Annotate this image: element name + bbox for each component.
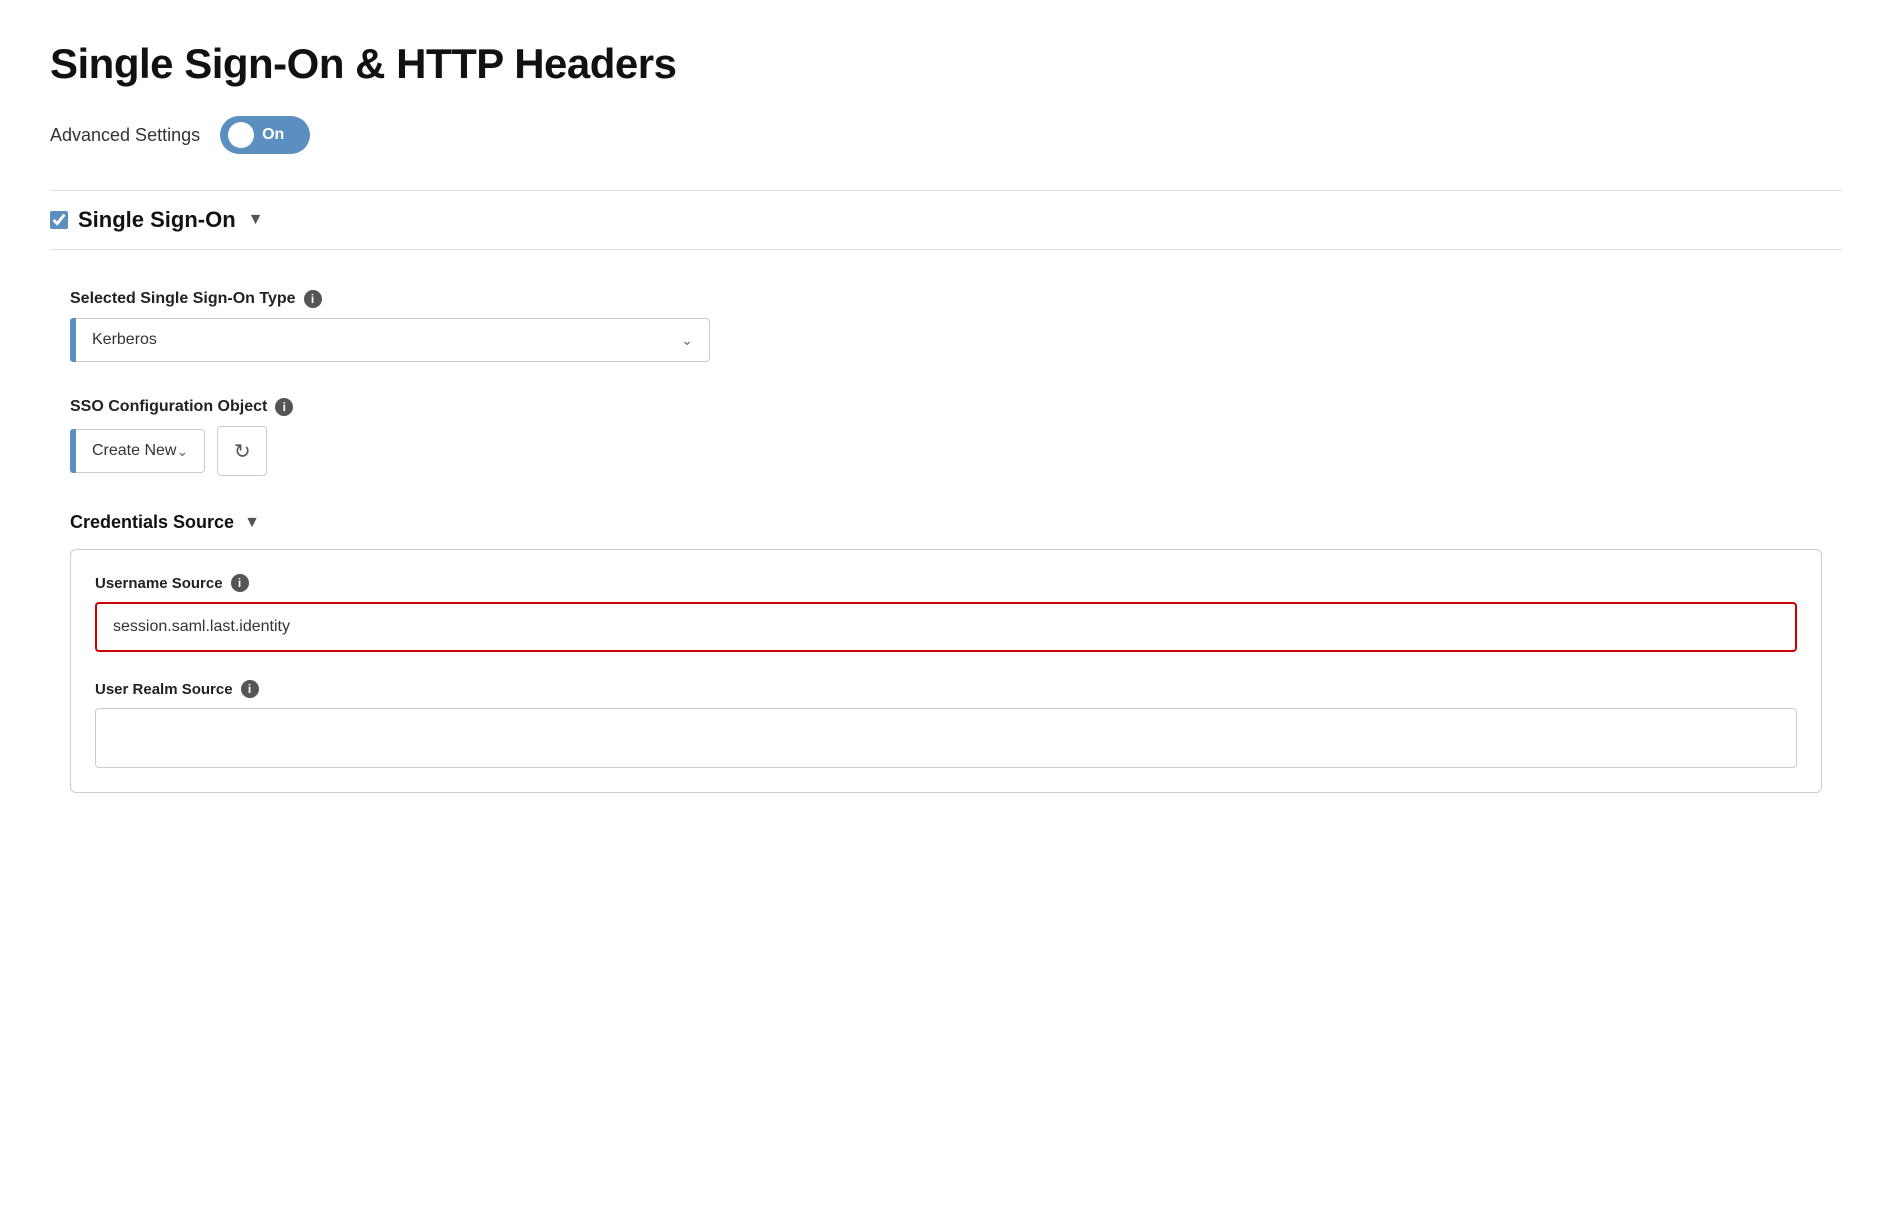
username-source-info-icon[interactable]: i xyxy=(231,574,249,592)
username-source-label-text: Username Source xyxy=(95,575,223,592)
user-realm-source-info-icon[interactable]: i xyxy=(241,680,259,698)
sso-config-chevron-icon: ⌄ xyxy=(176,443,188,460)
sso-config-select[interactable]: Create New ⌄ xyxy=(76,429,205,473)
username-source-group: Username Source i xyxy=(95,574,1797,652)
sso-section-checkbox[interactable] xyxy=(50,211,68,229)
username-source-input[interactable] xyxy=(95,602,1797,652)
sso-config-row: Create New ⌄ ↻ xyxy=(70,426,1822,476)
sso-type-select-wrapper: Kerberos ⌄ xyxy=(70,318,710,362)
sso-config-label-text: SSO Configuration Object xyxy=(70,398,267,416)
credentials-source-header: Credentials Source ▼ xyxy=(70,512,1822,533)
sso-type-field-group: Selected Single Sign-On Type i Kerberos … xyxy=(70,290,1822,362)
sso-config-label: SSO Configuration Object i xyxy=(70,398,1822,416)
advanced-settings-toggle[interactable]: On xyxy=(220,116,310,154)
credentials-source-chevron[interactable]: ▼ xyxy=(244,514,260,532)
username-source-label: Username Source i xyxy=(95,574,1797,592)
sso-config-refresh-button[interactable]: ↻ xyxy=(217,426,267,476)
advanced-settings-label: Advanced Settings xyxy=(50,125,200,146)
user-realm-source-group: User Realm Source i xyxy=(95,680,1797,768)
page-title: Single Sign-On & HTTP Headers xyxy=(50,40,1842,88)
refresh-icon: ↻ xyxy=(234,439,251,464)
toggle-label: On xyxy=(262,126,284,144)
sso-type-label-text: Selected Single Sign-On Type xyxy=(70,290,296,308)
credentials-source-title: Credentials Source xyxy=(70,512,234,533)
sso-section-header: Single Sign-On ▼ xyxy=(50,190,1842,250)
sso-config-field-group: SSO Configuration Object i Create New ⌄ … xyxy=(70,398,1822,476)
user-realm-source-label: User Realm Source i xyxy=(95,680,1797,698)
user-realm-source-label-text: User Realm Source xyxy=(95,681,233,698)
sso-section-chevron[interactable]: ▼ xyxy=(248,211,264,229)
toggle-knob xyxy=(228,122,254,148)
sso-config-info-icon[interactable]: i xyxy=(275,398,293,416)
credentials-box: Username Source i User Realm Source i xyxy=(70,549,1822,793)
sso-type-chevron-icon: ⌄ xyxy=(681,332,693,349)
sso-config-selected-value: Create New xyxy=(92,442,176,460)
sso-config-select-wrapper: Create New ⌄ xyxy=(70,429,205,473)
sso-type-selected-value: Kerberos xyxy=(92,331,157,349)
sso-type-info-icon[interactable]: i xyxy=(304,290,322,308)
advanced-settings-row: Advanced Settings On xyxy=(50,116,1842,154)
sso-section-title: Single Sign-On xyxy=(78,207,236,233)
sso-type-label: Selected Single Sign-On Type i xyxy=(70,290,1822,308)
sso-type-select[interactable]: Kerberos ⌄ xyxy=(76,318,710,362)
user-realm-source-input[interactable] xyxy=(95,708,1797,768)
sso-section-content: Selected Single Sign-On Type i Kerberos … xyxy=(50,250,1842,813)
credentials-source-section: Credentials Source ▼ Username Source i U… xyxy=(70,512,1822,793)
